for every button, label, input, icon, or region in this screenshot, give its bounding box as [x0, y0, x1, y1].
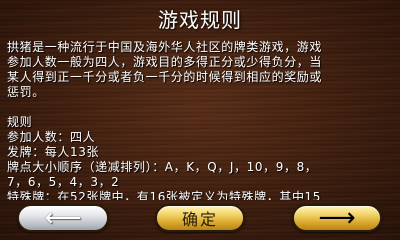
- rule-card-order-cont: 7，6，5，4，3，2: [7, 175, 120, 189]
- previous-page-button[interactable]: ⟵: [17, 204, 109, 232]
- rules-screen: 游戏规则 拱猪是一种流行于中国及海外华人社区的牌类游戏，游戏 参加人数一般为四人…: [0, 0, 400, 240]
- intro-line-4: 惩罚。: [7, 85, 45, 99]
- rules-heading: 规则: [7, 115, 33, 129]
- intro-line-3: 某人得到正一千分或者负一千分的时候得到相应的奖励或: [7, 70, 323, 84]
- rule-deal: 发牌：每人13张: [7, 145, 100, 159]
- rule-special-cards: 特殊牌：在52张牌中，有16张被定义为特殊牌，其中15: [7, 190, 322, 200]
- intro-line-1: 拱猪是一种流行于中国及海外华人社区的牌类游戏，游戏: [7, 40, 323, 54]
- rules-text-area[interactable]: 拱猪是一种流行于中国及海外华人社区的牌类游戏，游戏 参加人数一般为四人，游戏目的…: [7, 40, 395, 200]
- next-page-button[interactable]: ⟶: [292, 204, 382, 232]
- confirm-label: 确定: [181, 210, 218, 229]
- page-title: 游戏规则: [158, 8, 242, 32]
- left-arrow-icon: ⟵: [44, 203, 82, 233]
- right-arrow-icon: ⟶: [318, 203, 356, 233]
- intro-line-2: 参加人数一般为四人，游戏目的多得正分或少得负分，当: [7, 55, 323, 69]
- rule-players: 参加人数：四人: [7, 130, 96, 144]
- confirm-button[interactable]: 确定: [155, 204, 245, 232]
- rule-card-order: 牌点大小顺序（递减排列）：A，K，Q，J，10，9，8，: [7, 160, 318, 174]
